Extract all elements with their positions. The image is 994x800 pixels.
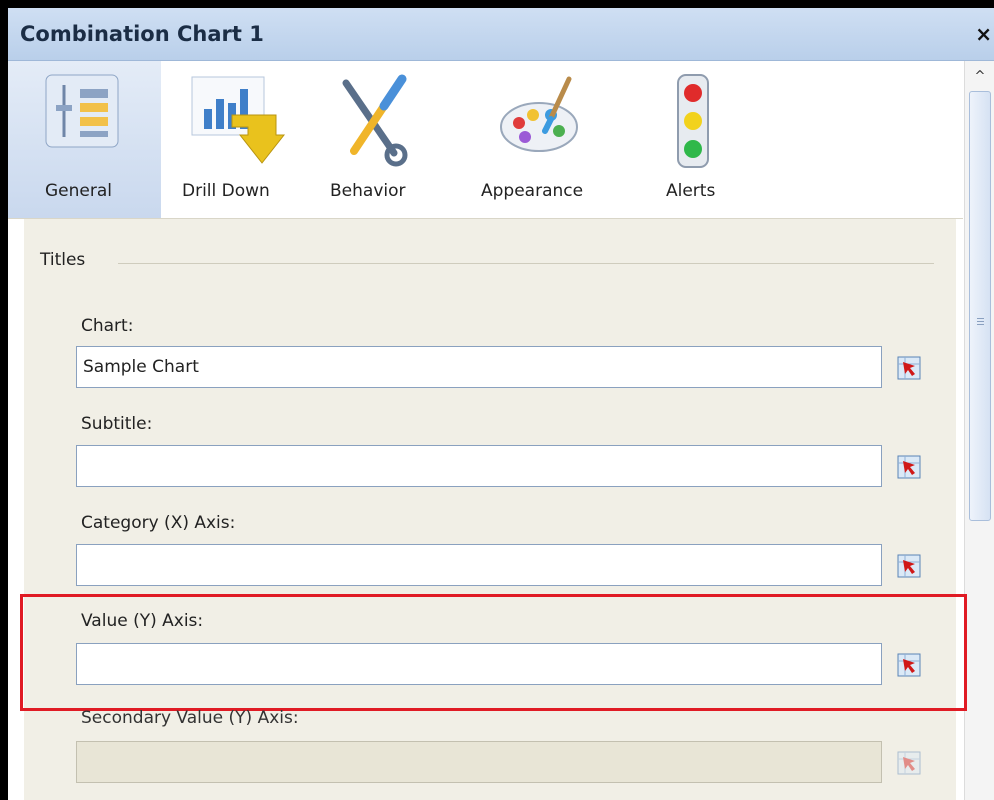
- cell-picker-icon[interactable]: [897, 356, 921, 380]
- subtitle-label: Subtitle:: [81, 414, 153, 434]
- tab-drill-down[interactable]: Drill Down: [168, 61, 293, 218]
- window-title: Combination Chart 1: [20, 22, 264, 46]
- palette-icon: [500, 76, 578, 152]
- tab-label: General: [45, 181, 112, 201]
- traffic-light-icon: [677, 74, 709, 168]
- tab-label: Drill Down: [182, 181, 270, 201]
- grip-line: [977, 324, 984, 325]
- grip-line: [977, 318, 984, 319]
- cell-picker-icon[interactable]: [897, 455, 921, 479]
- category-axis-label: Category (X) Axis:: [81, 513, 236, 533]
- tab-label: Alerts: [666, 181, 716, 201]
- vertical-scrollbar[interactable]: ^: [964, 61, 994, 800]
- tab-appearance[interactable]: Appearance: [461, 61, 611, 218]
- tab-alerts[interactable]: Alerts: [648, 61, 738, 218]
- grip-line: [977, 321, 984, 322]
- cell-picker-icon[interactable]: [897, 653, 921, 677]
- category-toolbar: General Drill Down Behavior Appearance A…: [8, 61, 963, 219]
- category-axis-input[interactable]: [76, 544, 882, 586]
- close-icon[interactable]: ×: [975, 22, 992, 46]
- tab-general[interactable]: General: [8, 61, 161, 218]
- drill-down-icon: [191, 76, 286, 164]
- section-title-titles: Titles: [40, 250, 86, 270]
- title-bar: Combination Chart 1 ×: [8, 8, 994, 61]
- tab-label: Appearance: [481, 181, 584, 201]
- cell-picker-icon[interactable]: [897, 554, 921, 578]
- scrollbar-thumb[interactable]: [969, 91, 991, 521]
- subtitle-input[interactable]: [76, 445, 882, 487]
- scroll-up-icon[interactable]: ^: [969, 65, 991, 87]
- cell-picker-icon-disabled: [897, 751, 921, 775]
- secondary-value-axis-label: Secondary Value (Y) Axis:: [81, 708, 299, 728]
- tools-icon: [342, 74, 408, 167]
- tab-label: Behavior: [330, 181, 406, 201]
- value-axis-label: Value (Y) Axis:: [81, 611, 204, 631]
- sliders-icon: [45, 74, 119, 148]
- section-divider: [118, 263, 934, 264]
- secondary-value-axis-input: [76, 741, 882, 783]
- chart-title-input[interactable]: Sample Chart: [76, 346, 882, 388]
- value-axis-input[interactable]: [76, 643, 882, 685]
- chart-title-value: Sample Chart: [83, 357, 199, 377]
- chart-title-label: Chart:: [81, 316, 134, 336]
- tab-behavior[interactable]: Behavior: [318, 61, 428, 218]
